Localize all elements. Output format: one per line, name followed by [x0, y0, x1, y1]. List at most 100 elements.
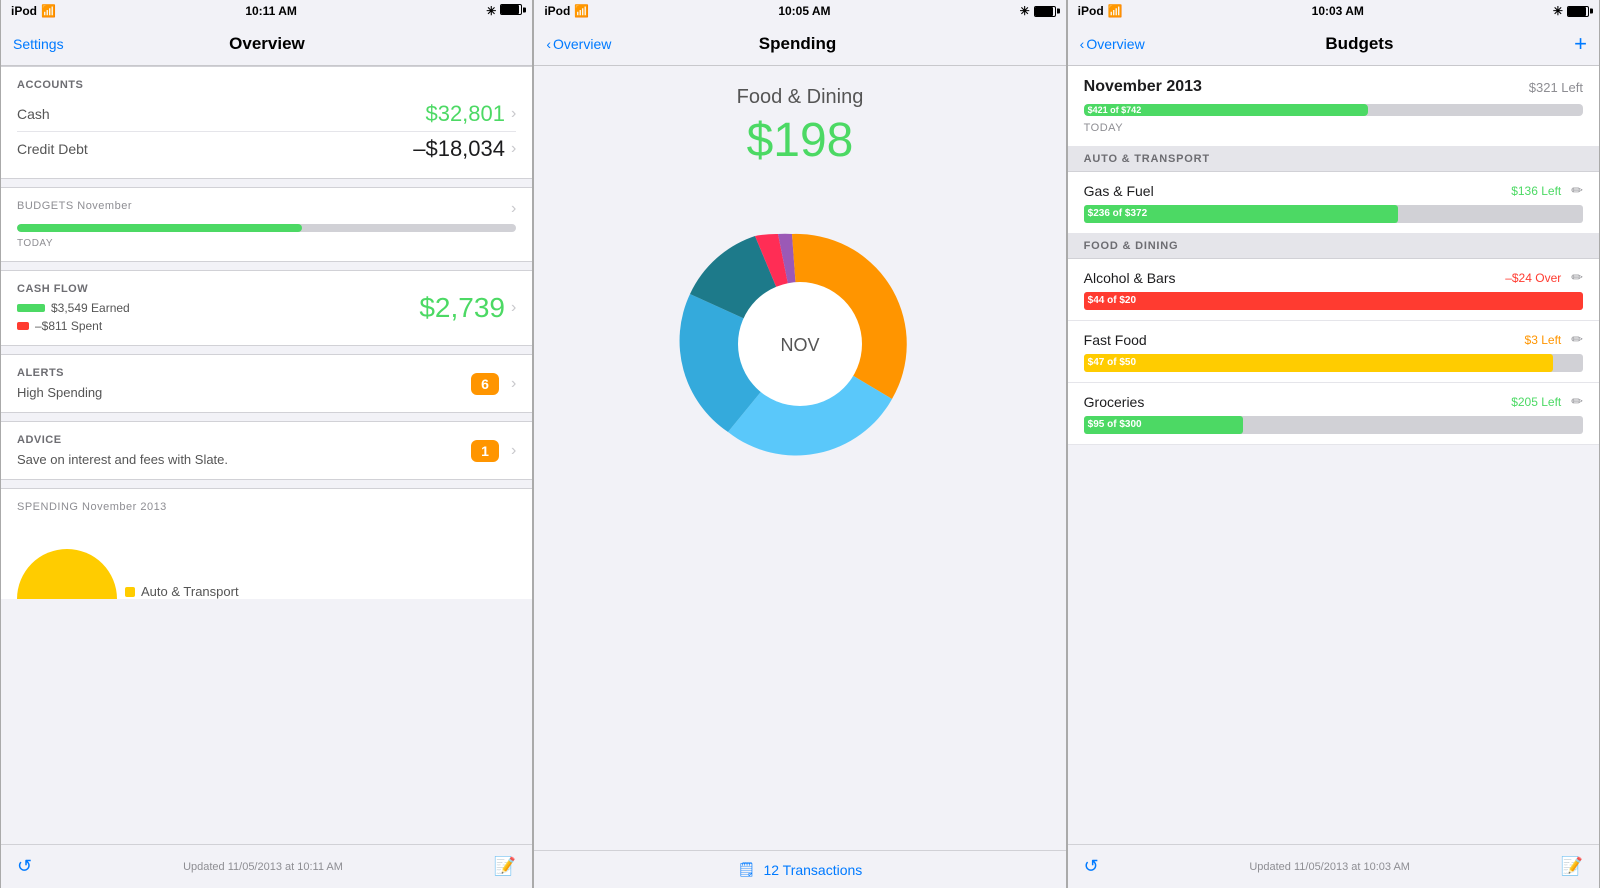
time-label-3: 10:03 AM — [1312, 4, 1364, 18]
carrier-label-3: iPod — [1078, 4, 1104, 18]
cashflow-details: $3,549 Earned –$811 Spent — [17, 301, 130, 333]
spent-dot — [17, 322, 29, 330]
nav-bar-2: ‹ Overview Spending — [534, 22, 1065, 66]
november-title: November 2013 — [1084, 78, 1202, 96]
chevron-icon-budgets: › — [511, 200, 516, 218]
status-left-1: iPod 📶 — [11, 4, 56, 18]
cashflow-section[interactable]: CASH FLOW $3,549 Earned –$811 Spent — [1, 270, 532, 346]
groceries-bar-track: $95 of $300 — [1084, 416, 1583, 434]
status-right-3: ✳ — [1553, 4, 1589, 18]
back-chevron-icon-3: ‹ — [1080, 36, 1085, 52]
spent-row: –$811 Spent — [17, 319, 130, 333]
fast-food-item[interactable]: Fast Food $3 Left ✏ $47 of $50 — [1068, 321, 1599, 383]
spending-amount: $198 — [550, 113, 1049, 168]
gas-fuel-item[interactable]: Gas & Fuel $136 Left ✏ $236 of $372 — [1068, 172, 1599, 234]
credit-value: –$18,034 — [413, 136, 505, 162]
alerts-text: High Spending — [17, 385, 102, 400]
status-left-3: iPod 📶 — [1078, 4, 1123, 18]
cash-label: Cash — [17, 106, 50, 122]
edit-icon-fastfood[interactable]: ✏ — [1571, 331, 1583, 348]
status-right-1: ✳ — [486, 4, 522, 18]
november-overall[interactable]: November 2013 $321 Left $421 of $742 TOD… — [1068, 66, 1599, 147]
chevron-icon-alerts: › — [511, 375, 516, 393]
spending-category: Food & Dining — [550, 86, 1049, 109]
auto-transport-header: AUTO & TRANSPORT — [1068, 147, 1599, 172]
gas-fuel-bar-label: $236 of $372 — [1084, 205, 1399, 223]
spent-label: –$811 Spent — [35, 319, 102, 333]
alcohol-bars-bar-label: $44 of $20 — [1084, 292, 1583, 310]
refresh-icon-3[interactable]: ↺ — [1084, 856, 1099, 877]
carrier-label: iPod — [11, 4, 37, 18]
status-bar-1: iPod 📶 10:11 AM ✳ — [1, 0, 532, 22]
budgets-content: November 2013 $321 Left $421 of $742 TOD… — [1068, 66, 1599, 844]
time-label-1: 10:11 AM — [245, 4, 297, 18]
wifi-icon: 📶 — [41, 4, 56, 18]
nav-bar-3: ‹ Overview Budgets + — [1068, 22, 1599, 66]
spending-section[interactable]: SPENDING November 2013 Auto & Transport — [1, 488, 532, 599]
cashflow-label: CASH FLOW — [17, 283, 130, 295]
budgets-today: TODAY — [17, 238, 516, 249]
donut-center-label: NOV — [780, 335, 819, 355]
groceries-status: $205 Left — [1511, 395, 1561, 409]
gas-fuel-name: Gas & Fuel — [1084, 183, 1154, 199]
alcohol-bars-bar-fill: $44 of $20 — [1084, 292, 1583, 310]
add-budget-button[interactable]: + — [1574, 31, 1587, 57]
edit-icon-1[interactable]: 📝 — [494, 856, 516, 877]
advice-badge: 1 — [471, 440, 499, 462]
battery-label — [500, 4, 522, 18]
spending-legend-label: Auto & Transport — [141, 584, 239, 599]
november-bar-label: $421 of $742 — [1088, 105, 1142, 115]
transactions-footer[interactable]: 🗒 12 Transactions — [534, 850, 1065, 888]
budgets-section[interactable]: BUDGETS November › TODAY — [1, 187, 532, 262]
accounts-section: ACCOUNTS Cash $32,801 › Credit Debt –$18… — [1, 66, 532, 179]
chevron-icon-credit: › — [511, 140, 516, 158]
bluetooth-icon: ✳ — [486, 4, 496, 18]
alcohol-bars-status: –$24 Over — [1505, 271, 1561, 285]
edit-icon-gas[interactable]: ✏ — [1571, 182, 1583, 199]
advice-section[interactable]: ADVICE Save on interest and fees with Sl… — [1, 421, 532, 480]
overview-content: ACCOUNTS Cash $32,801 › Credit Debt –$18… — [1, 66, 532, 844]
spending-header: Food & Dining $198 — [534, 66, 1065, 184]
edit-icon-alcohol[interactable]: ✏ — [1571, 269, 1583, 286]
fast-food-name: Fast Food — [1084, 332, 1147, 348]
phone-budgets: iPod 📶 10:03 AM ✳ ‹ Overview Budgets + — [1067, 0, 1600, 888]
alcohol-bars-header: Alcohol & Bars –$24 Over ✏ — [1084, 269, 1583, 286]
fast-food-bar-track: $47 of $50 — [1084, 354, 1583, 372]
gas-fuel-header: Gas & Fuel $136 Left ✏ — [1084, 182, 1583, 199]
groceries-item[interactable]: Groceries $205 Left ✏ $95 of $300 — [1068, 383, 1599, 445]
alerts-badge: 6 — [471, 373, 499, 395]
alcohol-bars-item[interactable]: Alcohol & Bars –$24 Over ✏ $44 of $20 — [1068, 259, 1599, 321]
advice-label: ADVICE — [17, 434, 228, 446]
gas-fuel-bar-row: $236 of $372 — [1084, 205, 1583, 223]
overview-back-button-3[interactable]: ‹ Overview — [1080, 36, 1145, 52]
fast-food-bar-fill: $47 of $50 — [1084, 354, 1553, 372]
alerts-section[interactable]: ALERTS High Spending 6 › — [1, 354, 532, 413]
cash-row[interactable]: Cash $32,801 › — [17, 97, 516, 132]
spending-legend-dot — [125, 587, 135, 597]
status-right-2: ✳ — [1020, 4, 1056, 18]
spending-chart-preview: Auto & Transport — [17, 519, 516, 599]
back-chevron-icon: ‹ — [546, 36, 551, 52]
overview-back-button[interactable]: ‹ Overview — [546, 36, 611, 52]
credit-row[interactable]: Credit Debt –$18,034 › — [17, 132, 516, 166]
earned-row: $3,549 Earned — [17, 301, 130, 315]
nav-bar-1: Settings Overview — [1, 22, 532, 66]
status-left-2: iPod 📶 — [544, 4, 589, 18]
bluetooth-icon-2: ✳ — [1020, 4, 1030, 18]
settings-button[interactable]: Settings — [13, 36, 64, 52]
transactions-icon: 🗒 — [738, 861, 756, 878]
wifi-icon-3: 📶 — [1108, 4, 1123, 18]
time-label-2: 10:05 AM — [778, 4, 830, 18]
footer-3: ↺ Updated 11/05/2013 at 10:03 AM 📝 — [1068, 844, 1599, 888]
transactions-label: 12 Transactions — [763, 862, 862, 878]
edit-icon-groceries[interactable]: ✏ — [1571, 393, 1583, 410]
edit-footer-icon-3[interactable]: 📝 — [1561, 856, 1583, 877]
groceries-header: Groceries $205 Left ✏ — [1084, 393, 1583, 410]
spending-title: Spending — [759, 34, 836, 54]
footer-text-3: Updated 11/05/2013 at 10:03 AM — [1249, 861, 1410, 873]
food-dining-header: FOOD & DINING — [1068, 234, 1599, 259]
refresh-icon-1[interactable]: ↺ — [17, 856, 32, 877]
chevron-icon-cashflow: › — [511, 299, 516, 317]
alerts-row: ALERTS High Spending 6 › — [17, 367, 516, 400]
donut-chart: NOV — [660, 204, 940, 484]
